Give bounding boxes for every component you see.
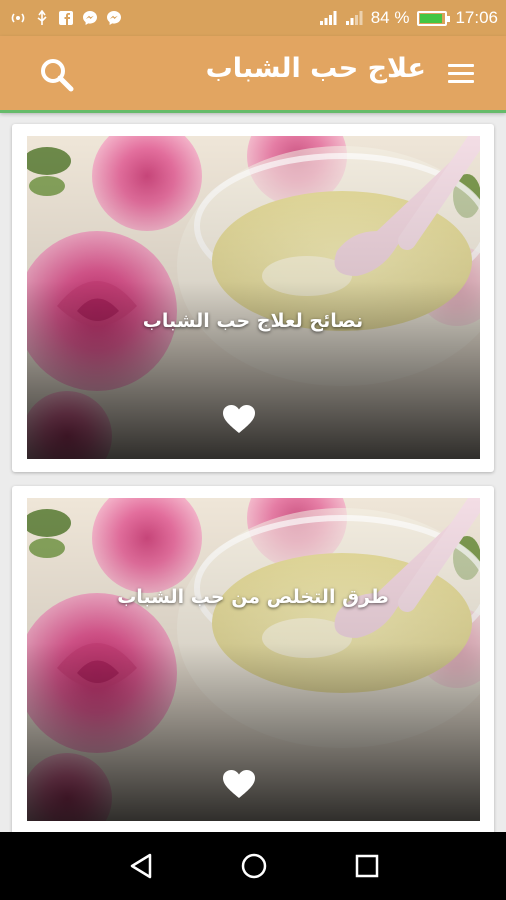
search-icon[interactable] bbox=[38, 56, 76, 94]
system-indicators: 84 % 17:06 bbox=[319, 8, 498, 28]
accent-line bbox=[0, 110, 506, 113]
status-bar: 84 % 17:06 bbox=[0, 0, 506, 36]
article-card[interactable]: طرق التخلص من حب الشباب bbox=[12, 486, 494, 836]
battery-icon bbox=[417, 10, 451, 26]
card-title[interactable]: نصائح لعلاج حب الشباب bbox=[12, 310, 494, 332]
usb-icon bbox=[34, 9, 50, 26]
heart-icon[interactable] bbox=[222, 404, 256, 434]
signal-icon bbox=[319, 10, 337, 26]
messenger-icon bbox=[82, 10, 98, 26]
navigation-bar bbox=[0, 832, 506, 900]
notification-icons bbox=[10, 9, 122, 26]
hotspot-icon bbox=[10, 10, 26, 26]
messenger-icon bbox=[106, 10, 122, 26]
article-card[interactable]: نصائح لعلاج حب الشباب bbox=[12, 124, 494, 472]
home-circle-icon[interactable] bbox=[240, 852, 268, 880]
page-title: علاج حب الشباب bbox=[205, 53, 426, 84]
heart-icon[interactable] bbox=[222, 769, 256, 799]
signal-icon bbox=[345, 10, 363, 26]
back-triangle-icon[interactable] bbox=[128, 852, 156, 880]
recents-square-icon[interactable] bbox=[353, 852, 381, 880]
facebook-icon bbox=[58, 10, 74, 26]
clock: 17:06 bbox=[455, 8, 498, 27]
battery-percent: 84 % bbox=[370, 8, 410, 27]
card-title[interactable]: طرق التخلص من حب الشباب bbox=[12, 586, 494, 608]
app-bar: علاج حب الشباب bbox=[0, 36, 506, 112]
hamburger-menu-icon[interactable] bbox=[448, 64, 474, 84]
